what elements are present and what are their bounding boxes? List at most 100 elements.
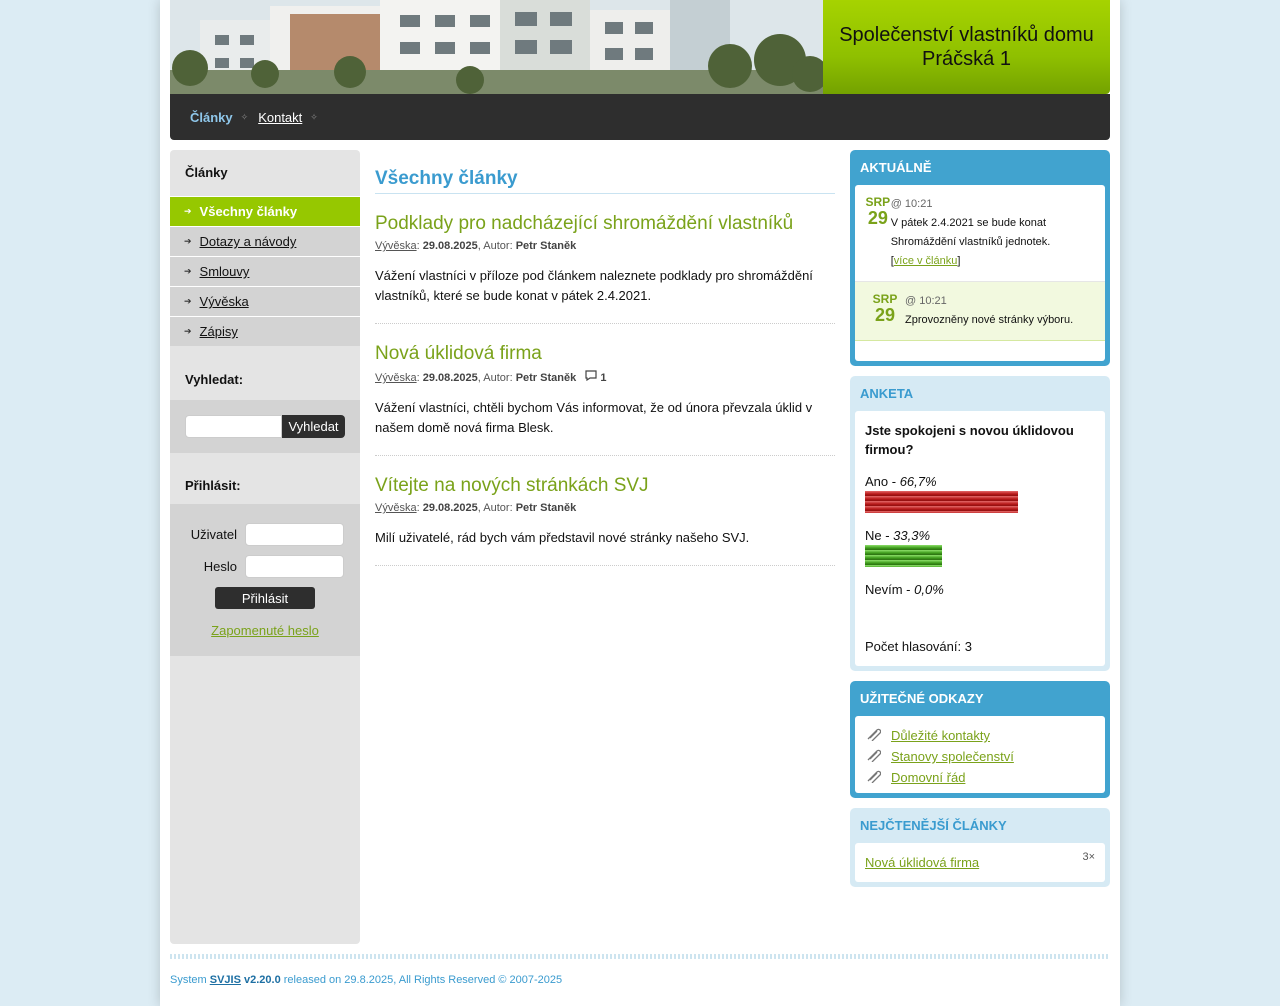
article-item: Podklady pro nadcházející shromáždění vl… — [375, 213, 835, 324]
poll-box: ANKETA Jste spokojeni s novou úklidovou … — [850, 376, 1110, 671]
search-box: Vyhledat — [170, 400, 360, 453]
poll-result-bar — [865, 491, 1018, 513]
poll-option-percent: 66,7% — [899, 474, 937, 489]
useful-link[interactable]: Stanovy společenství — [891, 749, 1014, 764]
poll-option: Ano - 66,7% — [865, 474, 1095, 489]
article-category-link[interactable]: Vývěska — [375, 240, 417, 252]
article-text: Vážení vlastníci v příloze pod článkem n… — [375, 268, 813, 303]
login-box: Uživatel Heslo Přihlásit Zapomenuté hesl… — [170, 504, 360, 656]
paperclip-icon — [865, 769, 891, 786]
sidebar-item-zapisy[interactable]: ➔ Zápisy — [170, 316, 360, 346]
article-title[interactable]: Podklady pro nadcházející shromáždění vl… — [375, 213, 835, 235]
article-date: 29.08.2025 — [422, 240, 478, 252]
comment-icon — [585, 370, 597, 384]
header: Společenství vlastníků domu Práčská 1 — [170, 0, 1110, 94]
paperclip-icon — [865, 748, 891, 765]
main-content: Všechny články Podklady pro nadcházející… — [375, 150, 835, 566]
footer-suffix: released on 29.8.2025, All Rights Reserv… — [280, 974, 563, 986]
article-author-prefix: , Autor: — [477, 372, 516, 384]
poll-option-label: Ne - — [865, 528, 894, 543]
footer-divider — [170, 954, 1110, 959]
article-meta: Vývěska: 29.08.2025, Autor: Petr Staněk — [375, 240, 577, 252]
news-day: 29 — [867, 208, 888, 228]
sidebar-item-label: Zápisy — [199, 324, 238, 339]
useful-link[interactable]: Důležité kontakty — [891, 728, 990, 743]
left-sidebar: Články ➔ Všechny články ➔ Dotazy a návod… — [170, 150, 360, 944]
username-field[interactable] — [245, 522, 344, 546]
search-button[interactable]: Vyhledat — [282, 415, 345, 438]
site-title-box: Společenství vlastníků domu Práčská 1 — [823, 0, 1110, 94]
article-item: Nová úklidová firma Vývěska: 29.08.2025,… — [375, 343, 835, 456]
article-category-link[interactable]: Vývěska — [375, 502, 417, 514]
nav-item-clanky[interactable]: Články — [190, 110, 233, 125]
news-month: SRP — [865, 195, 891, 209]
news-time: @ 10:21 — [905, 295, 947, 307]
popular-read-count: 3× — [1082, 851, 1095, 863]
top-nav: Články ✧ Kontakt ✧ — [170, 94, 1110, 140]
useful-link[interactable]: Domovní řád — [891, 770, 965, 785]
forgot-password-link[interactable]: Zapomenuté heslo — [170, 623, 360, 638]
article-author: Petr Staněk — [515, 372, 577, 384]
sidebar-item-smlouvy[interactable]: ➔ Smlouvy — [170, 256, 360, 286]
useful-links-box: UŽITEČNÉ ODKAZY Důležité kontakty Stanov… — [850, 681, 1110, 798]
building-illustration — [170, 0, 823, 94]
site-title-line2: Práčská 1 — [922, 48, 1011, 70]
list-item: Domovní řád — [865, 767, 1095, 788]
footer-prefix: System — [170, 974, 210, 986]
arrow-right-icon: ➔ — [184, 296, 192, 306]
username-row: Uživatel — [170, 518, 360, 550]
poll-heading: ANKETA — [860, 386, 914, 401]
useful-links-list: Důležité kontakty Stanovy společenství D… — [855, 716, 1105, 793]
news-time: @ 10:21 — [890, 198, 933, 210]
poll-result-bar — [865, 545, 942, 567]
poll-option: Nevím - 0,0% — [865, 582, 1095, 597]
footer-system-link[interactable]: SVJIS — [210, 974, 241, 986]
news-more-link[interactable]: více v článku — [894, 255, 958, 267]
news-text: V pátek 2.4.2021 se bude konat Shromáždě… — [890, 217, 1051, 248]
arrow-right-icon: ➔ — [184, 266, 192, 276]
news-body: @ 10:21 Zprovozněny nové stránky výboru. — [905, 292, 1073, 330]
news-body: @ 10:21 V pátek 2.4.2021 se bude konat S… — [890, 198, 1051, 267]
password-field[interactable] — [245, 554, 344, 578]
nav-separator-icon: ✧ — [310, 111, 318, 122]
article-author-prefix: , Autor: — [477, 240, 516, 252]
news-list: SRP 29 @ 10:21 V pátek 2.4.2021 se bude … — [855, 185, 1105, 361]
nav-item-kontakt[interactable]: Kontakt — [258, 110, 302, 125]
site-title-line1: Společenství vlastníků domu — [839, 24, 1094, 46]
popular-heading: NEJČTENĚJŠÍ ČLÁNKY — [860, 818, 1007, 833]
article-category-link[interactable]: Vývěska — [375, 372, 417, 384]
sidebar-item-vsechny-clanky[interactable]: ➔ Všechny články — [170, 196, 360, 226]
article-item: Vítejte na nových stránkách SVJ Vývěska:… — [375, 475, 835, 566]
sidebar-item-label: Dotazy a návody — [199, 234, 297, 249]
news-item: SRP 29 @ 10:21 V pátek 2.4.2021 se bude … — [855, 185, 1105, 282]
arrow-right-icon: ➔ — [184, 206, 192, 216]
news-item: SRP 29 @ 10:21 Zprovozněny nové stránky … — [855, 282, 1105, 341]
news-day: 29 — [874, 305, 896, 325]
page-title: Všechny články — [375, 150, 835, 194]
list-item: Důležité kontakty — [865, 725, 1095, 746]
article-date: 29.08.2025 — [422, 372, 478, 384]
login-heading: Přihlásit: — [185, 478, 241, 493]
news-date: SRP 29 — [865, 292, 905, 330]
poll-option-label: Nevím - — [865, 582, 915, 597]
article-date: 29.08.2025 — [422, 502, 478, 514]
sidebar-articles-heading: Články — [185, 165, 228, 180]
popular-list: Nová úklidová firma 3× — [855, 843, 1105, 882]
sidebar-item-vyveska[interactable]: ➔ Vývěska — [170, 286, 360, 316]
list-item: Stanovy společenství — [865, 746, 1095, 767]
footer-version: v2.20.0 — [243, 974, 281, 986]
article-title[interactable]: Vítejte na nových stránkách SVJ — [375, 475, 835, 497]
poll-question: Jste spokojeni s novou úklidovou firmou? — [865, 423, 1074, 457]
sidebar-item-dotazy[interactable]: ➔ Dotazy a návody — [170, 226, 360, 256]
article-title[interactable]: Nová úklidová firma — [375, 343, 835, 365]
news-heading: AKTUÁLNĚ — [860, 160, 932, 175]
paperclip-icon — [865, 727, 891, 744]
news-text: Zprovozněny nové stránky výboru. — [905, 314, 1074, 326]
search-input[interactable] — [185, 415, 282, 438]
poll-option-percent: 33,3% — [893, 528, 931, 543]
useful-links-heading: UŽITEČNÉ ODKAZY — [860, 691, 984, 706]
password-row: Heslo — [170, 550, 360, 582]
login-button[interactable]: Přihlásit — [215, 587, 315, 609]
arrow-right-icon: ➔ — [184, 236, 192, 246]
popular-article-link[interactable]: Nová úklidová firma — [865, 855, 979, 870]
